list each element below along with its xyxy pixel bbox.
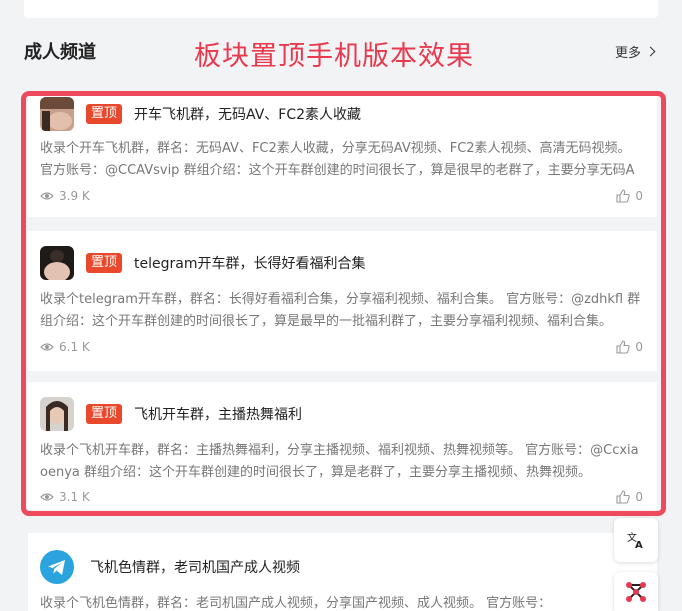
translate-button[interactable]: 文A xyxy=(614,518,658,562)
svg-text:A: A xyxy=(635,540,643,550)
post-description: 收录个飞机色情群，群名：老司机国产成人视频，分享国产视频、成人视频。 官方账号： xyxy=(40,596,552,611)
more-link[interactable]: 更多 xyxy=(614,42,656,61)
chevron-right-icon xyxy=(645,46,656,57)
translate-icon: 文A xyxy=(627,531,643,550)
post-header: 飞机色情群，老司机国产成人视频 xyxy=(40,547,300,587)
more-label: 更多 xyxy=(614,46,641,61)
share-button[interactable] xyxy=(614,572,658,611)
telegram-icon xyxy=(40,550,74,584)
share-network-icon xyxy=(626,581,646,602)
section-header: 成人频道 板块置顶手机版本效果 更多 xyxy=(24,34,658,72)
section-title: 成人频道 xyxy=(24,42,96,63)
previous-card xyxy=(24,0,658,18)
post-card[interactable]: 飞机色情群，老司机国产成人视频 收录个飞机色情群，群名：老司机国产成人视频，分享… xyxy=(28,533,657,611)
pinned-highlight-frame xyxy=(21,91,666,516)
post-title[interactable]: 飞机色情群，老司机国产成人视频 xyxy=(90,557,300,577)
overlay-caption: 板块置顶手机版本效果 xyxy=(194,41,474,72)
